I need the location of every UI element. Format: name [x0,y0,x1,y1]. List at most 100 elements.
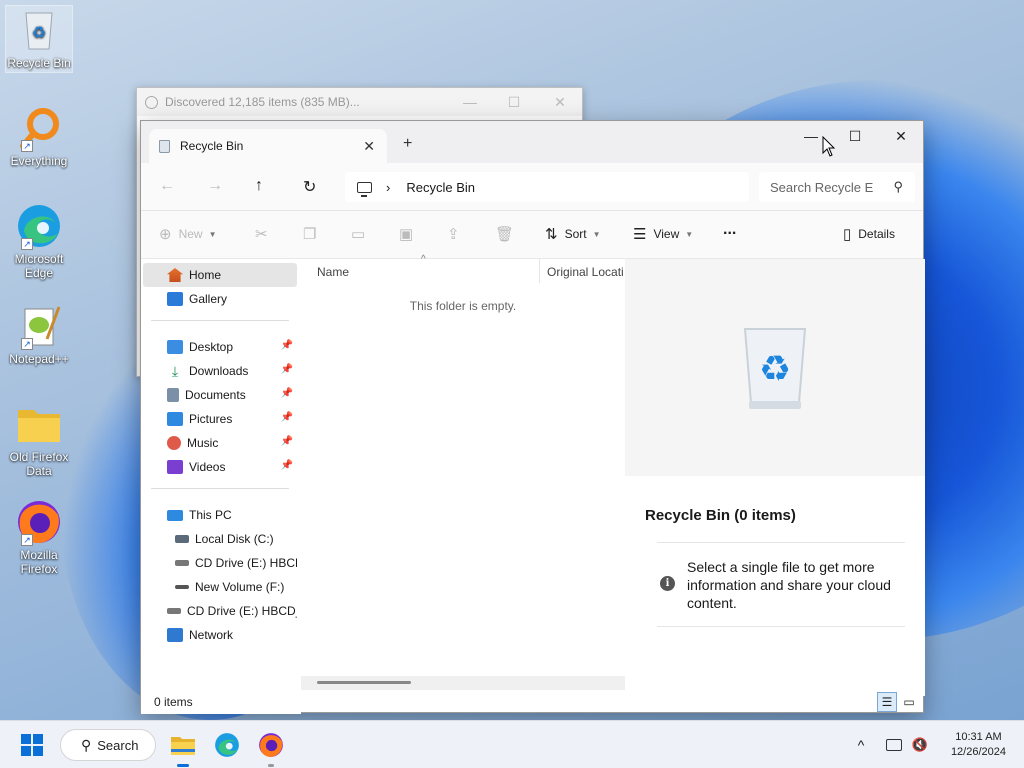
desktop-icon-recycle-bin[interactable]: ♻ Recycle Bin [5,5,73,73]
taskbar-firefox[interactable] [254,729,288,767]
file-list[interactable]: ^ Name Original Locati This folder is em… [301,254,625,691]
background-maximize-button[interactable]: ☐ [491,88,537,116]
nav-item-downloads[interactable]: ⤓ Downloads 📌 [143,359,297,383]
horizontal-scrollbar[interactable] [301,676,625,690]
nav-item-desktop[interactable]: Desktop 📌 [143,335,297,359]
paste-button[interactable]: ▭ [351,225,372,243]
rename-icon: ▣ [399,226,414,243]
background-window-title: Discovered 12,185 items (835 MB)... [165,95,360,109]
nav-item-pictures[interactable]: Pictures 📌 [143,407,297,431]
rename-button[interactable]: ▣ [399,225,420,243]
desktop-icon-old-firefox-data[interactable]: Old Firefox Data [6,400,72,478]
details-info-text: Select a single file to get more informa… [687,559,891,611]
nav-item-cd-drive-e-root[interactable]: CD Drive (E:) HBCD_I [143,599,297,623]
nav-label: Downloads [189,364,249,378]
column-header-original-location[interactable]: Original Locati [547,265,625,279]
new-button[interactable]: ⊕ New ▼ [159,225,217,243]
view-button[interactable]: ☰ View ▼ [633,225,693,243]
download-icon: ⤓ [171,363,179,379]
file-explorer-window[interactable]: Recycle Bin ✕ + — ☐ ✕ ← → ↑ ↻ › Recycle … [140,120,925,714]
network-status-button[interactable] [882,729,906,761]
forward-button[interactable]: → [207,177,223,195]
navigation-pane: Home Gallery Desktop 📌 ⤓ Downloads 📌 Docume… [141,259,301,714]
desktop-icon-edge[interactable]: ↗ Microsoft Edge [6,202,72,280]
nav-item-network[interactable]: Network [143,623,297,647]
taskbar-file-explorer[interactable] [166,729,200,767]
gallery-icon [167,292,183,306]
maximize-button[interactable]: ☐ [832,121,878,151]
tab-bar: Recycle Bin ✕ + — ☐ ✕ [141,121,923,163]
background-close-button[interactable]: ✕ [537,88,583,116]
back-button[interactable]: ← [159,177,175,195]
column-divider[interactable] [539,259,540,283]
taskbar-edge[interactable] [210,729,244,761]
sort-button[interactable]: ⇅ Sort ▼ [545,225,601,243]
large-icons-view-button[interactable]: ▭ [899,692,919,712]
details-label: Details [858,227,895,241]
pin-icon[interactable]: 📌 [281,340,293,351]
nav-item-home[interactable]: Home [143,263,297,287]
cut-button[interactable]: ✂ [255,225,275,243]
taskbar-clock[interactable]: 10:31 AM 12/26/2024 [951,730,1006,760]
desktop-icon-label: Recycle Bin [7,56,71,70]
copy-button[interactable]: ❐ [303,225,323,243]
pin-icon[interactable]: 📌 [281,388,293,399]
nav-item-videos[interactable]: Videos 📌 [143,455,297,479]
nav-item-music[interactable]: Music 📌 [143,431,297,455]
details-button[interactable]: ▯ Details [843,225,895,243]
shortcut-arrow-icon: ↗ [21,140,33,152]
delete-button[interactable]: 🗑 [495,225,521,243]
chevron-down-icon: ▼ [208,229,217,239]
desktop-icon-notepadpp[interactable]: ↗ Notepad++ [6,302,72,366]
taskbar-search-box[interactable]: ⚲ Search [60,729,156,761]
nav-item-documents[interactable]: Documents 📌 [143,383,297,407]
column-header-name[interactable]: Name [317,265,349,279]
cd-drive-icon [175,560,189,566]
drive-icon [175,585,189,589]
nav-label: Music [187,436,219,450]
search-input[interactable]: Search Recycle E ⚲ [759,172,915,202]
file-explorer-icon [171,737,195,755]
pin-icon[interactable]: 📌 [281,364,293,375]
nav-item-this-pc[interactable]: This PC [143,503,297,527]
start-button[interactable] [16,729,48,761]
nav-label: Network [189,628,234,642]
show-hidden-icons-button[interactable]: ^ [850,729,872,761]
tab-recycle-bin[interactable]: Recycle Bin ✕ [149,129,387,163]
pictures-icon [167,412,183,426]
recycle-bin-icon: ♻ [15,6,63,54]
details-view-button[interactable]: ☰ [877,692,897,712]
pin-icon[interactable]: 📌 [281,412,293,423]
nav-separator [151,320,289,321]
breadcrumb[interactable]: › Recycle Bin [345,172,749,202]
volume-status-button[interactable]: 🔇 [908,729,932,761]
new-tab-button[interactable]: + [403,135,412,153]
nav-item-local-disk-c[interactable]: Local Disk (C:) [143,527,297,551]
plus-circle-icon: ⊕ [159,226,172,243]
background-minimize-button[interactable]: — [447,88,493,116]
pin-icon[interactable]: 📌 [281,460,293,471]
scrollbar-thumb[interactable] [317,681,411,684]
svg-text:♻: ♻ [32,25,46,42]
desktop-icon-label: Old Firefox Data [9,450,69,478]
see-more-button[interactable]: ... [723,221,736,239]
up-button[interactable]: ↑ [255,177,263,195]
see-more-label: ... [723,221,737,238]
desktop-icon-label: Notepad++ [9,352,69,366]
drive-icon [175,535,189,543]
nav-label: New Volume (F:) [195,580,285,594]
nav-label: CD Drive (E:) HBCD [195,556,297,570]
nav-item-cd-drive-e[interactable]: CD Drive (E:) HBCD [143,551,297,575]
breadcrumb-location[interactable]: Recycle Bin [406,180,475,195]
chevron-right-icon[interactable]: › [386,180,390,195]
desktop-icon-everything[interactable]: ↗ Everything [6,104,72,168]
refresh-button[interactable]: ↻ [303,177,316,197]
nav-item-new-volume-f[interactable]: New Volume (F:) [143,575,297,599]
close-button[interactable]: ✕ [878,121,924,151]
share-button[interactable]: ⇪ [447,225,467,243]
pin-icon[interactable]: 📌 [281,436,293,447]
cd-drive-icon [167,608,181,614]
desktop-icon-firefox[interactable]: ↗ Mozilla Firefox [6,498,72,576]
nav-item-gallery[interactable]: Gallery [143,287,297,311]
tab-close-button[interactable]: ✕ [363,138,375,155]
